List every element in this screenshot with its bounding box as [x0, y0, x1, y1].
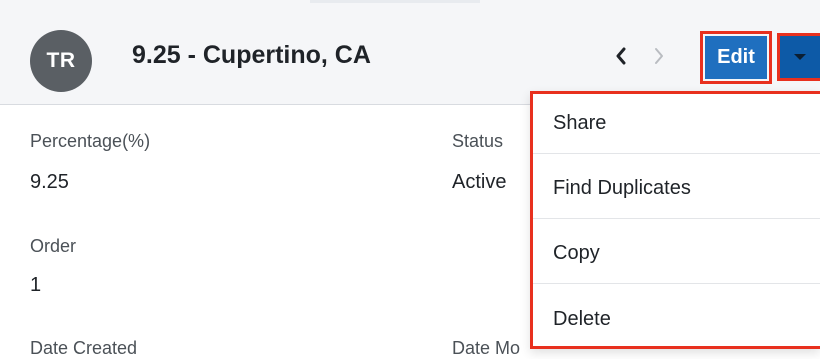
percentage-value: 9.25 — [30, 171, 69, 193]
record-header: TR 9.25 - Cupertino, CA Edit — [0, 0, 820, 105]
avatar-initials: TR — [46, 49, 76, 72]
menu-item-label: Share — [553, 112, 607, 134]
page-title: 9.25 - Cupertino, CA — [132, 41, 371, 69]
actions-dropdown-menu: Share Find Duplicates Copy Delete — [530, 91, 820, 349]
date-modified-label: Date Mo — [452, 338, 521, 358]
date-created-label: Date Created — [30, 338, 138, 358]
menu-item-label: Delete — [553, 307, 611, 330]
top-tab-indicator — [310, 0, 480, 3]
previous-record-button[interactable] — [611, 44, 631, 68]
actions-dropdown-button[interactable] — [777, 33, 820, 81]
menu-item-label: Copy — [553, 242, 600, 264]
order-value: 1 — [30, 274, 42, 296]
menu-item-label: Find Duplicates — [553, 177, 691, 199]
status-label: Status — [452, 131, 504, 151]
avatar: TR — [30, 30, 92, 92]
status-value: Active — [452, 171, 507, 193]
chevron-left-icon — [616, 47, 626, 65]
menu-item-share[interactable]: Share — [533, 94, 820, 154]
chevron-right-icon — [655, 48, 663, 64]
edit-button[interactable]: Edit — [700, 31, 772, 84]
menu-item-delete[interactable]: Delete — [533, 289, 820, 349]
caret-down-icon — [794, 54, 806, 60]
menu-item-copy[interactable]: Copy — [533, 224, 820, 284]
next-record-button[interactable] — [649, 44, 669, 68]
percentage-label: Percentage(%) — [30, 131, 151, 151]
menu-item-find-duplicates[interactable]: Find Duplicates — [533, 159, 820, 219]
order-label: Order — [30, 236, 77, 256]
